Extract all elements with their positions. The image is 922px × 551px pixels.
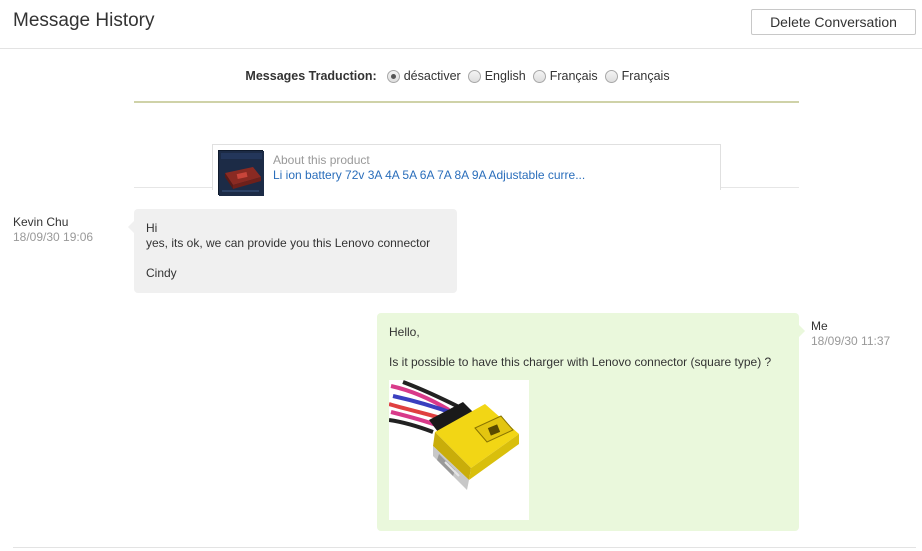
sender-name: Me xyxy=(811,319,828,333)
radio-button[interactable] xyxy=(532,69,546,83)
translation-option-label: English xyxy=(484,69,526,83)
product-thumbnail[interactable] xyxy=(218,150,264,196)
lenovo-connector-image xyxy=(388,380,529,520)
product-link[interactable]: Li ion battery 72v 3A 4A 5A 6A 7A 8A 9A … xyxy=(273,168,585,182)
outgoing-message-bubble: Hello, Is it possible to have this charg… xyxy=(377,313,805,531)
radio-button[interactable] xyxy=(467,69,481,83)
battery-charger-image xyxy=(219,151,264,196)
translation-option-label: désactiver xyxy=(403,69,461,83)
translation-option-french[interactable]: Français xyxy=(532,69,598,83)
translation-label: Messages Traduction: xyxy=(245,69,377,83)
translation-option-label: Français xyxy=(621,69,670,83)
sender-name: Kevin Chu xyxy=(13,215,69,229)
product-about-label: About this product xyxy=(273,153,370,167)
message-timestamp: 18/09/30 19:06 xyxy=(13,230,94,244)
page-title: Message History xyxy=(13,10,155,31)
outgoing-sender: Me 18/09/30 11:37 xyxy=(811,319,890,348)
translation-option-english[interactable]: English xyxy=(467,69,526,83)
translation-selector: Messages Traduction: désactiver English … xyxy=(0,64,922,88)
message-line: yes, its ok, we can provide you this Len… xyxy=(146,236,431,250)
message-timestamp: 18/09/30 11:37 xyxy=(811,334,891,348)
message-line: Hi xyxy=(146,221,158,235)
radio-button-checked[interactable] xyxy=(386,69,400,83)
section-divider xyxy=(134,101,799,103)
translation-option-disable[interactable]: désactiver xyxy=(386,69,461,83)
delete-conversation-button[interactable]: Delete Conversation xyxy=(751,9,916,35)
message-line: Hello, xyxy=(389,325,420,339)
translation-option-label: Français xyxy=(549,69,598,83)
incoming-message-bubble: Hi yes, its ok, we can provide you this … xyxy=(128,209,457,293)
product-card: About this product Li ion battery 72v 3A… xyxy=(212,144,721,196)
translation-option-french-2[interactable]: Français xyxy=(604,69,670,83)
message-line: Is it possible to have this charger with… xyxy=(389,355,772,369)
page-header: Message History Delete Conversation xyxy=(0,0,922,49)
attached-connector-image[interactable] xyxy=(388,380,529,520)
message-line: Cindy xyxy=(146,266,177,280)
radio-button[interactable] xyxy=(604,69,618,83)
footer-divider xyxy=(13,547,916,548)
incoming-sender: Kevin Chu 18/09/30 19:06 xyxy=(13,215,93,244)
